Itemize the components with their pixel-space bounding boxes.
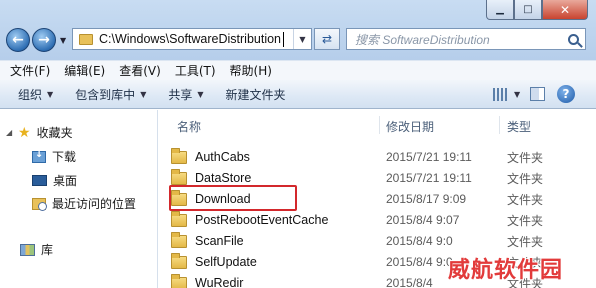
chevron-down-icon: ▼ xyxy=(47,89,54,99)
view-options-icon[interactable] xyxy=(493,88,509,101)
address-bar[interactable]: C:\Windows\SoftwareDistribution ▼ xyxy=(72,28,312,50)
file-type: 文件夹 xyxy=(507,213,544,228)
address-path[interactable]: C:\Windows\SoftwareDistribution xyxy=(99,32,281,46)
file-name: AuthCabs xyxy=(195,150,250,164)
file-name: WuRedir xyxy=(195,276,244,288)
close-button[interactable]: ✕ xyxy=(542,0,588,20)
file-type: 文件夹 xyxy=(507,192,544,207)
file-row[interactable]: PostRebootEventCache 2015/8/4 9:07 文件夹 xyxy=(171,210,591,230)
menu-view[interactable]: 查看(V) xyxy=(119,62,161,79)
close-icon: ✕ xyxy=(559,2,571,17)
minimize-button[interactable]: ▁ xyxy=(486,0,514,20)
organize-button[interactable]: 组织 ▼ xyxy=(18,86,53,103)
file-date: 2015/8/4 9:07 xyxy=(386,213,460,227)
help-icon[interactable]: ? xyxy=(557,85,575,103)
column-header-type[interactable]: 类型 xyxy=(507,118,531,135)
file-date: 2015/7/21 19:11 xyxy=(386,171,472,185)
file-row[interactable]: AuthCabs 2015/7/21 19:11 文件夹 xyxy=(171,147,591,167)
include-library-button[interactable]: 包含到库中 ▼ xyxy=(75,86,146,103)
nav-downloads[interactable]: 下载 xyxy=(32,148,76,165)
file-date: 2015/8/4 xyxy=(386,276,433,288)
star-icon: ★ xyxy=(18,124,31,141)
maximize-icon: □ xyxy=(523,4,533,15)
maximize-button[interactable]: □ xyxy=(514,0,542,20)
file-name: PostRebootEventCache xyxy=(195,213,329,227)
search-input[interactable]: 搜索 SoftwareDistribution xyxy=(347,31,490,48)
minimize-icon: ▁ xyxy=(496,4,504,15)
nav-favorites[interactable]: ◢ ★ 收藏夹 xyxy=(6,124,73,141)
folder-icon xyxy=(171,210,187,227)
new-folder-button[interactable]: 新建文件夹 xyxy=(226,86,286,103)
download-folder-icon xyxy=(32,149,46,163)
nav-desktop-label: 桌面 xyxy=(53,174,78,188)
file-type: 文件夹 xyxy=(507,234,544,249)
file-row[interactable]: ScanFile 2015/8/4 9:0 文件夹 xyxy=(171,231,591,251)
refresh-button[interactable]: ⇄ xyxy=(314,28,340,50)
nav-desktop[interactable]: 桌面 xyxy=(32,172,77,189)
search-box[interactable]: 搜索 SoftwareDistribution xyxy=(346,28,586,50)
nav-libraries-label: 库 xyxy=(41,243,54,257)
chevron-down-icon: ▼ xyxy=(197,89,204,99)
menu-help[interactable]: 帮助(H) xyxy=(230,62,272,79)
folder-icon xyxy=(171,147,187,164)
refresh-icon: ⇄ xyxy=(321,32,333,46)
nav-recent-label: 最近访问的位置 xyxy=(52,197,137,211)
new-folder-label: 新建文件夹 xyxy=(225,87,286,102)
file-type: 文件夹 xyxy=(507,171,544,186)
column-header-modified[interactable]: 修改日期 xyxy=(386,118,434,135)
back-button[interactable]: ← xyxy=(6,28,30,52)
chevron-down-icon: ▼ xyxy=(140,89,147,99)
forward-arrow-icon: → xyxy=(38,32,50,48)
folder-icon xyxy=(171,273,187,288)
menu-bar: 文件(F) 编辑(E) 查看(V) 工具(T) 帮助(H) xyxy=(0,60,596,80)
file-date: 2015/8/17 9:09 xyxy=(386,192,467,206)
file-date: 2015/7/21 19:11 xyxy=(386,150,472,164)
share-button[interactable]: 共享 ▼ xyxy=(168,86,203,103)
column-divider[interactable] xyxy=(379,116,380,134)
menu-edit[interactable]: 编辑(E) xyxy=(64,62,105,79)
preview-pane-icon[interactable] xyxy=(530,87,545,101)
folder-icon xyxy=(171,231,187,248)
file-name: ScanFile xyxy=(195,234,244,248)
column-divider[interactable] xyxy=(499,116,500,134)
file-name: SelfUpdate xyxy=(195,255,257,269)
folder-icon xyxy=(171,252,187,269)
desktop-icon xyxy=(32,175,47,186)
watermark-text: 威航软件园 xyxy=(448,258,564,283)
back-arrow-icon: ← xyxy=(12,32,24,48)
window-controls: ▁ □ ✕ xyxy=(486,0,588,20)
highlight-box xyxy=(169,185,297,211)
text-caret xyxy=(283,31,285,47)
menu-tools[interactable]: 工具(T) xyxy=(175,62,216,79)
recent-pages-dropdown[interactable]: ▼ xyxy=(60,36,66,45)
folder-icon xyxy=(171,168,187,185)
recent-places-icon xyxy=(32,197,47,211)
nav-favorites-label: 收藏夹 xyxy=(36,126,73,140)
forward-button[interactable]: → xyxy=(32,28,56,52)
view-dropdown-icon[interactable]: ▼ xyxy=(514,90,520,99)
nav-libraries[interactable]: 库 xyxy=(20,241,53,258)
column-header-name[interactable]: 名称 xyxy=(177,118,201,135)
folder-icon xyxy=(79,33,93,45)
file-type: 文件夹 xyxy=(507,150,544,165)
file-date: 2015/8/4 9:0 xyxy=(386,234,453,248)
menu-file[interactable]: 文件(F) xyxy=(10,62,50,79)
file-date: 2015/8/4 9:0 xyxy=(386,255,453,269)
nav-downloads-label: 下载 xyxy=(52,150,77,164)
navigation-pane: ◢ ★ 收藏夹 下载 桌面 最近访问的位置 库 xyxy=(0,110,158,288)
window-chrome: ▁ □ ✕ ← → ▼ C:\Windows\SoftwareDistribut… xyxy=(0,0,596,109)
share-label: 共享 xyxy=(168,87,193,102)
file-name: DataStore xyxy=(195,171,252,185)
libraries-icon xyxy=(20,243,35,256)
include-library-label: 包含到库中 xyxy=(75,87,136,102)
address-dropdown-icon[interactable]: ▼ xyxy=(293,29,311,49)
collapse-icon[interactable]: ◢ xyxy=(6,128,14,137)
search-icon[interactable] xyxy=(568,33,579,45)
nav-recent[interactable]: 最近访问的位置 xyxy=(32,195,136,212)
organize-label: 组织 xyxy=(18,87,43,102)
